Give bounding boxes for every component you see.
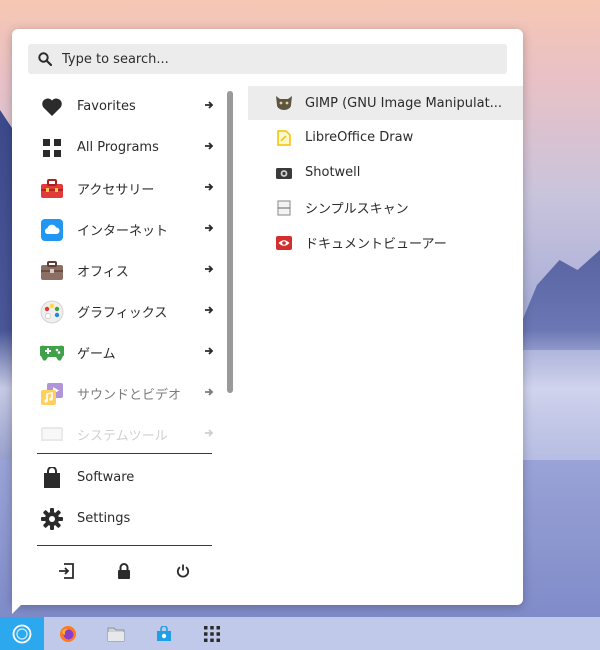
arrow-right-icon: [205, 388, 214, 396]
zorin-menu-icon: [12, 624, 32, 643]
category-accessories[interactable]: アクセサリー: [28, 168, 228, 209]
category-graphics[interactable]: グラフィックス: [28, 291, 228, 332]
menu-pointer: [12, 600, 26, 614]
settings-label: Settings: [77, 511, 131, 526]
divider: [37, 545, 212, 546]
category-scrollbar[interactable]: [227, 91, 233, 393]
software-label: Software: [77, 470, 135, 485]
toolbox-icon: [40, 177, 64, 201]
category-label: アクセサリー: [77, 183, 155, 198]
logout-icon: [59, 563, 75, 579]
app-list: GIMP (GNU Image Manipulat... LibreOffice…: [248, 86, 523, 260]
power-icon: [176, 564, 189, 578]
palette-icon: [40, 300, 64, 324]
scrollbar-thumb[interactable]: [227, 91, 233, 393]
app-grid-icon: [204, 625, 220, 642]
app-item-gimp[interactable]: GIMP (GNU Image Manipulat...: [248, 86, 523, 120]
cloud-icon: [40, 218, 64, 242]
session-controls: [37, 559, 212, 583]
category-list: Favorites All Programs アクセサリー インターネット オフ…: [28, 86, 228, 441]
search-box[interactable]: [28, 44, 507, 74]
category-label: サウンドとビデオ: [77, 388, 182, 403]
category-label: Favorites: [77, 99, 136, 114]
app-label: ドキュメントビューアー: [305, 237, 447, 252]
category-system-tools[interactable]: システムツール: [28, 414, 228, 441]
category-office[interactable]: オフィス: [28, 250, 228, 291]
grid-icon: [40, 136, 64, 160]
firefox-button[interactable]: [46, 617, 90, 650]
software-store-icon: [157, 625, 171, 641]
category-label: オフィス: [77, 265, 129, 280]
arrow-right-icon: [205, 265, 214, 273]
category-internet[interactable]: インターネット: [28, 209, 228, 250]
files-button[interactable]: [94, 617, 138, 650]
shopping-bag-icon: [40, 466, 64, 490]
libreoffice-draw-icon: [276, 129, 292, 146]
category-games[interactable]: ゲーム: [28, 332, 228, 373]
search-input[interactable]: [60, 50, 484, 68]
gear-icon: [40, 507, 64, 531]
category-label: システムツール: [77, 429, 168, 441]
arrow-right-icon: [205, 306, 214, 314]
category-label: グラフィックス: [77, 306, 168, 321]
settings-button[interactable]: Settings: [28, 498, 228, 539]
category-sound-video[interactable]: サウンドとビデオ: [28, 373, 228, 414]
arrow-right-icon: [205, 224, 214, 232]
gamepad-icon: [40, 341, 64, 365]
arrow-right-icon: [205, 429, 214, 437]
logout-button[interactable]: [54, 559, 78, 583]
arrow-right-icon: [205, 183, 214, 191]
app-item-simple-scan[interactable]: シンプルスキャン: [248, 190, 523, 225]
lock-icon: [118, 563, 131, 579]
app-item-shotwell[interactable]: Shotwell: [248, 155, 523, 190]
app-grid-button[interactable]: [190, 617, 234, 650]
lock-button[interactable]: [112, 559, 136, 583]
category-label: All Programs: [77, 140, 159, 155]
briefcase-icon: [40, 259, 64, 283]
category-label: インターネット: [77, 224, 169, 239]
power-button[interactable]: [171, 559, 195, 583]
app-label: GIMP (GNU Image Manipulat...: [305, 95, 503, 111]
taskbar: [0, 617, 600, 650]
system-tools-icon: [40, 423, 64, 441]
firefox-icon: [60, 625, 76, 642]
divider: [37, 453, 212, 454]
shotwell-icon: [276, 165, 292, 181]
application-menu: Favorites All Programs アクセサリー インターネット: [12, 29, 523, 605]
arrow-right-icon: [205, 347, 214, 355]
category-favorites[interactable]: Favorites: [28, 86, 228, 127]
software-store-button[interactable]: [142, 617, 186, 650]
heart-icon: [40, 95, 64, 119]
arrow-right-icon: [205, 101, 214, 109]
category-label: ゲーム: [77, 347, 116, 362]
app-item-document-viewer[interactable]: ドキュメントビューアー: [248, 225, 523, 260]
zorin-menu-button[interactable]: [0, 617, 44, 650]
arrow-right-icon: [205, 142, 214, 150]
category-all-programs[interactable]: All Programs: [28, 127, 228, 168]
scanner-icon: [276, 199, 292, 216]
search-icon: [38, 52, 52, 66]
files-icon: [107, 627, 125, 641]
software-button[interactable]: Software: [28, 457, 228, 498]
music-video-icon: [40, 382, 64, 406]
app-label: LibreOffice Draw: [305, 130, 414, 145]
app-label: シンプルスキャン: [305, 202, 409, 217]
app-label: Shotwell: [305, 165, 361, 180]
document-viewer-icon: [276, 235, 292, 251]
gimp-icon: [276, 95, 292, 111]
app-item-libreoffice-draw[interactable]: LibreOffice Draw: [248, 120, 523, 155]
